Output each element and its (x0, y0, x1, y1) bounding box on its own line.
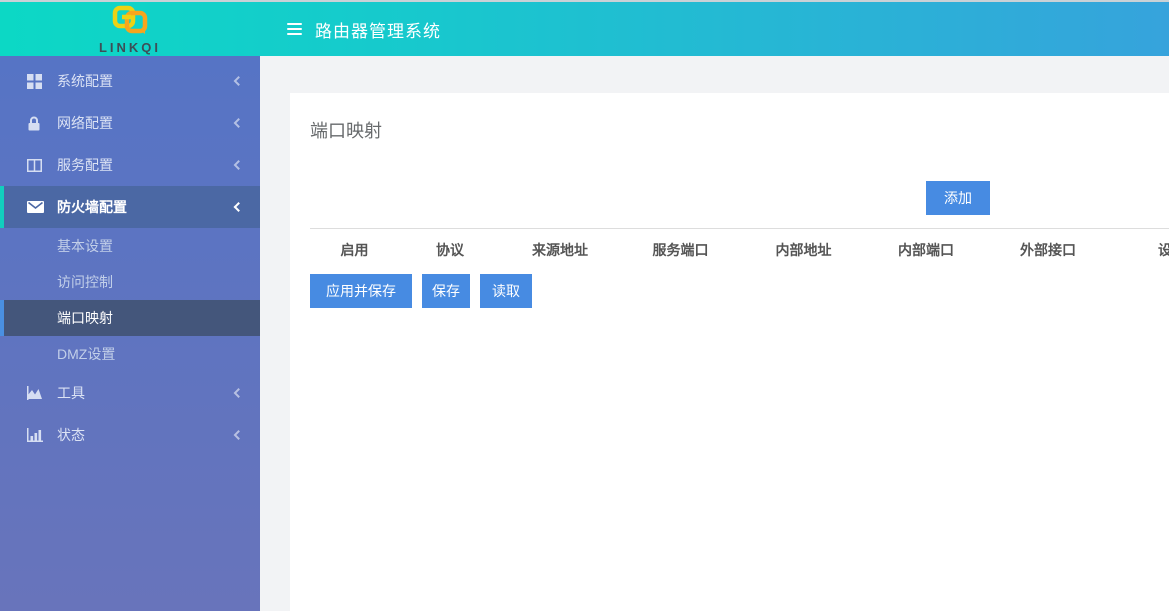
add-button[interactable]: 添加 (926, 181, 990, 215)
port-mapping-table: 启用 协议 来源地址 服务端口 内部地址 内部端口 外部接口 设置 (310, 228, 1169, 272)
chevron-left-icon (234, 430, 244, 440)
hamburger-menu-icon[interactable] (287, 23, 302, 35)
area-chart-icon (27, 386, 44, 400)
column-header-service-port: 服务端口 (619, 229, 742, 273)
table-header-row: 启用 协议 来源地址 服务端口 内部地址 内部端口 外部接口 设置 (310, 229, 1169, 273)
submenu-item-access-control[interactable]: 访问控制 (0, 264, 260, 300)
brand-logo: LINKQI (0, 3, 260, 56)
app-title: 路由器管理系统 (315, 17, 441, 42)
sidebar-item-label: 防火墙配置 (57, 197, 127, 217)
sidebar: 系统配置 网络配置 服务配置 防火墙配置 (0, 56, 260, 611)
submenu-item-label: DMZ设置 (57, 344, 115, 364)
chevron-left-icon (234, 76, 244, 86)
lock-icon (27, 116, 44, 131)
sidebar-item-label: 状态 (57, 425, 85, 445)
save-button[interactable]: 保存 (422, 274, 470, 308)
table-toolbar: 添加 (310, 181, 990, 215)
chevron-left-icon (234, 118, 244, 128)
column-header-internal-address: 内部地址 (742, 229, 865, 273)
sidebar-item-label: 工具 (57, 383, 85, 403)
column-header-protocol: 协议 (399, 229, 501, 273)
page-title: 端口映射 (310, 117, 1169, 143)
submenu-item-label: 基本设置 (57, 236, 113, 256)
chevron-left-icon (234, 202, 244, 212)
main-content: 端口映射 添加 启用 协议 来源地址 服务端口 内部地址 内部端口 (260, 56, 1169, 611)
action-buttons: 应用并保存 保存 读取 (310, 274, 1169, 308)
grid-icon (27, 74, 44, 89)
column-header-internal-port: 内部端口 (865, 229, 987, 273)
apply-and-save-button[interactable]: 应用并保存 (310, 274, 412, 308)
submenu-item-label: 访问控制 (57, 272, 113, 292)
column-header-settings: 设置 (1109, 229, 1169, 273)
column-header-source-address: 来源地址 (501, 229, 619, 273)
column-header-external-interface: 外部接口 (987, 229, 1109, 273)
sidebar-item-network-config[interactable]: 网络配置 (0, 102, 260, 144)
sidebar-item-system-config[interactable]: 系统配置 (0, 60, 260, 102)
envelope-icon (27, 201, 44, 213)
chevron-left-icon (234, 388, 244, 398)
sidebar-item-firewall-config[interactable]: 防火墙配置 (0, 186, 260, 228)
sidebar-item-tools[interactable]: 工具 (0, 372, 260, 414)
port-mapping-panel: 端口映射 添加 启用 协议 来源地址 服务端口 内部地址 内部端口 (290, 93, 1169, 611)
sidebar-item-status[interactable]: 状态 (0, 414, 260, 456)
sidebar-item-label: 服务配置 (57, 155, 113, 175)
window-top-strip (0, 0, 1169, 2)
sidebar-item-label: 系统配置 (57, 71, 113, 91)
sidebar-item-label: 网络配置 (57, 113, 113, 133)
submenu-item-label: 端口映射 (57, 308, 113, 328)
top-header: LINKQI 路由器管理系统 (0, 0, 1169, 56)
submenu-item-dmz-settings[interactable]: DMZ设置 (0, 336, 260, 372)
submenu-item-port-mapping[interactable]: 端口映射 (0, 300, 260, 336)
chevron-left-icon (234, 160, 244, 170)
linkqi-logo-icon (111, 5, 149, 40)
read-button[interactable]: 读取 (480, 274, 532, 308)
brand-text: LINKQI (99, 41, 161, 54)
sidebar-item-service-config[interactable]: 服务配置 (0, 144, 260, 186)
bar-chart-icon (27, 428, 44, 442)
columns-icon (27, 159, 44, 172)
submenu-item-basic-settings[interactable]: 基本设置 (0, 228, 260, 264)
column-header-enable: 启用 (310, 229, 399, 273)
